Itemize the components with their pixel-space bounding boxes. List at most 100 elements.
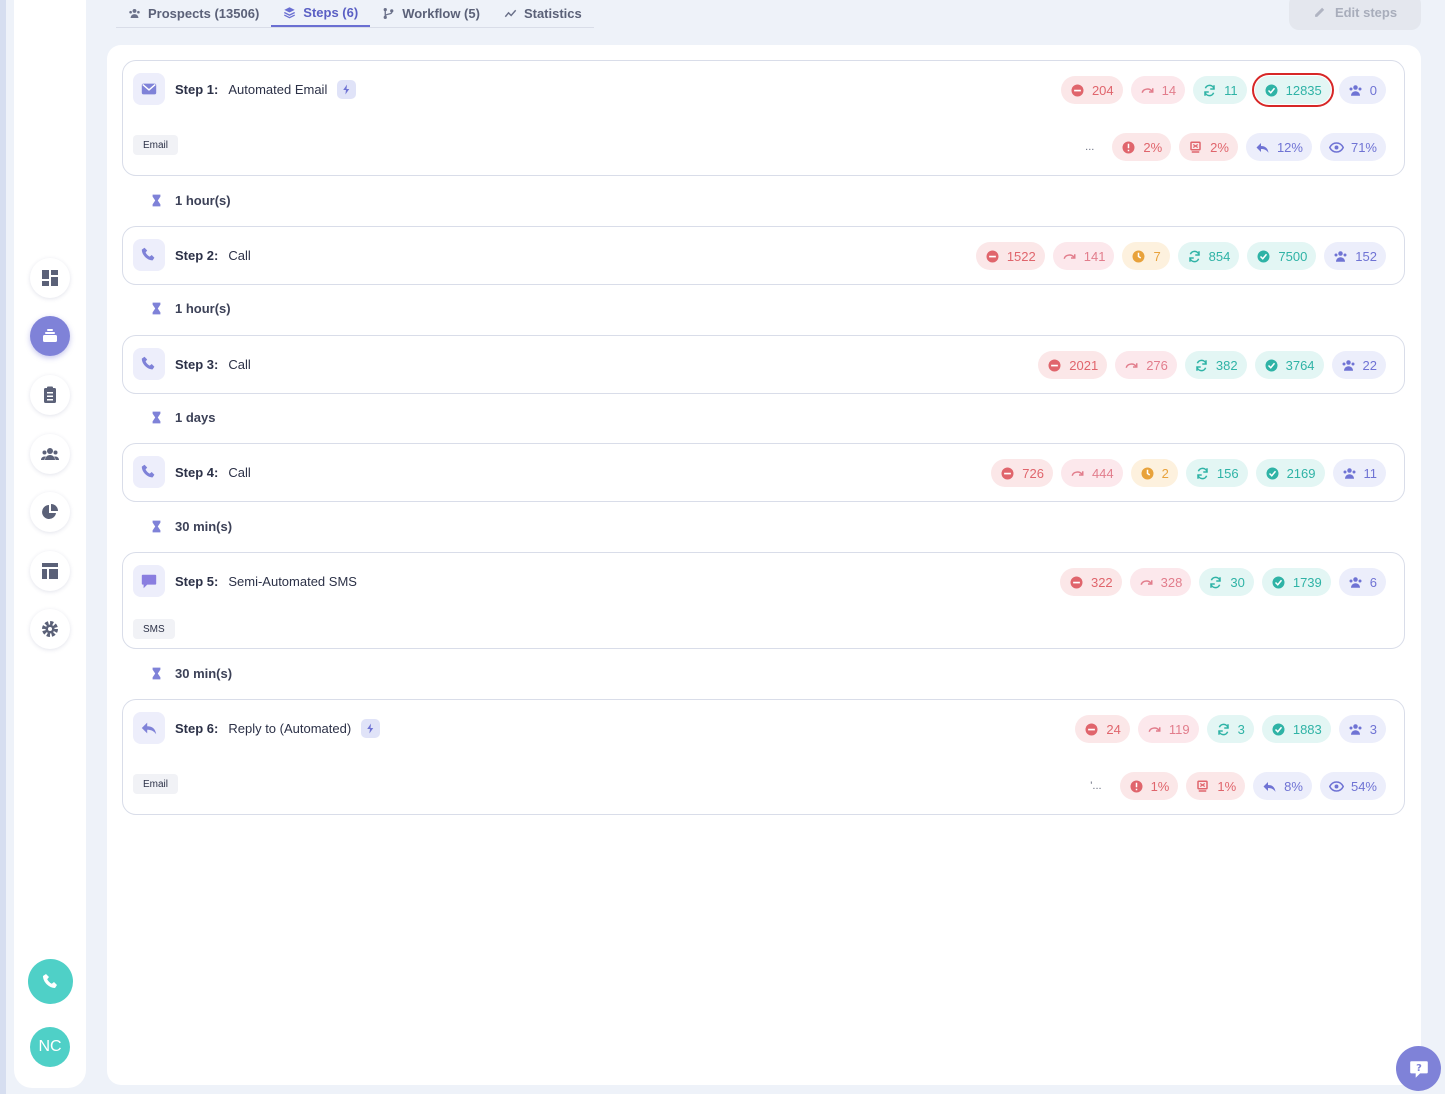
delay-indicator: 30 min(s) [150, 666, 232, 681]
stat-failed[interactable]: 2021 [1038, 351, 1108, 379]
tab-workflow[interactable]: Workflow (5) [370, 0, 492, 27]
step-number: Step 4: [175, 464, 219, 480]
stat-completed[interactable]: 1739 [1261, 568, 1331, 596]
check-circle-icon [1272, 723, 1285, 735]
refresh-icon [1210, 576, 1222, 588]
delay-label: 1 hour(s) [175, 193, 231, 208]
stat-completed[interactable]: 3764 [1254, 351, 1324, 379]
nav-sequences[interactable] [30, 316, 70, 356]
stat-in-progress[interactable]: 382 [1184, 351, 1247, 379]
nav-contacts[interactable] [30, 434, 70, 474]
nav-tasks[interactable] [30, 375, 70, 415]
stat-completed[interactable]: 2169 [1255, 459, 1325, 487]
hourglass-icon [152, 667, 161, 680]
stat-prospects[interactable]: 6 [1338, 568, 1386, 596]
nav-templates[interactable] [30, 551, 70, 591]
step-type-icon [133, 565, 165, 597]
stat-pending[interactable]: 7 [1122, 242, 1170, 270]
stat-pending[interactable]: 2 [1130, 459, 1178, 487]
stat-prospects[interactable]: 152 [1324, 242, 1386, 270]
rate-opened[interactable]: 54% [1319, 772, 1386, 800]
rate-replied[interactable]: 8% [1253, 772, 1312, 800]
stat-prospects[interactable]: 0 [1338, 76, 1386, 104]
step-type-icon [133, 239, 165, 271]
minus-circle-icon [1001, 467, 1014, 479]
stat-failed[interactable]: 204 [1060, 76, 1123, 104]
reports-icon [42, 504, 58, 519]
stat-completed[interactable]: 12835 [1251, 73, 1334, 107]
rate-opened[interactable]: 71% [1319, 133, 1386, 161]
rate-replied[interactable]: 12% [1245, 133, 1312, 161]
edit-steps-label: Edit steps [1334, 4, 1398, 20]
tab-statistics[interactable]: Statistics [492, 0, 594, 27]
reply-icon [1263, 781, 1276, 792]
stat-in-progress[interactable]: 30 [1199, 568, 1254, 596]
step-number: Step 5: [175, 573, 219, 589]
stat-prospects[interactable]: 11 [1332, 459, 1386, 487]
reply-icon [141, 722, 157, 735]
step-card[interactable]: Step 1: Automated Email 204 14 11 12835 … [122, 60, 1405, 176]
hourglass-icon [152, 194, 161, 207]
users-icon [1343, 467, 1355, 479]
phone-icon [141, 464, 155, 478]
stat-completed[interactable]: 7500 [1247, 242, 1317, 270]
step-header: Step 4: Call [133, 456, 251, 488]
sms-bubble-icon [141, 574, 157, 589]
skip-arrow-icon [1148, 726, 1161, 732]
step-card[interactable]: Step 2: Call 1522 141 7 854 7500 152 [122, 226, 1405, 285]
stat-prospects[interactable]: 22 [1331, 351, 1386, 379]
rate-unsubscribed[interactable]: 1% [1186, 772, 1246, 800]
nav-dashboard[interactable] [30, 258, 70, 298]
stat-skipped[interactable]: 328 [1129, 568, 1192, 596]
step-title: Call [228, 247, 251, 263]
stat-in-progress[interactable]: 854 [1177, 242, 1240, 270]
stat-failed[interactable]: 24 [1075, 715, 1130, 743]
sidebar: NC [14, 0, 86, 1088]
unsubscribe-icon [1197, 780, 1209, 792]
nav-settings[interactable] [30, 609, 70, 649]
rate-bounced[interactable]: 1% [1119, 772, 1179, 800]
window-edge [0, 0, 6, 1094]
step-number: Step 6: [175, 720, 219, 736]
step-rates: '... 1% 1% 8% 54% [1090, 772, 1386, 800]
edit-steps-button[interactable]: Edit steps [1289, 0, 1421, 30]
email-icon [141, 83, 157, 95]
stat-skipped[interactable]: 119 [1137, 715, 1199, 743]
tab-prospects[interactable]: Prospects (13506) [116, 0, 271, 27]
stat-completed[interactable]: 1883 [1261, 715, 1331, 743]
stat-in-progress[interactable]: 156 [1185, 459, 1248, 487]
check-circle-icon [1257, 250, 1270, 262]
hourglass-icon [152, 302, 161, 315]
user-avatar[interactable]: NC [30, 1027, 70, 1067]
step-card[interactable]: Step 5: Semi-Automated SMS 322 328 30 17… [122, 552, 1405, 649]
tab-steps[interactable]: Steps (6) [271, 0, 371, 27]
alert-circle-icon [1130, 780, 1143, 792]
stat-failed[interactable]: 1522 [975, 242, 1045, 270]
step-header: Step 2: Call [133, 239, 251, 271]
stat-failed[interactable]: 726 [991, 459, 1053, 487]
nav-reports[interactable] [30, 492, 70, 532]
stat-skipped[interactable]: 276 [1115, 351, 1177, 379]
support-chat-button[interactable]: ? [1396, 1046, 1441, 1091]
hourglass-icon [152, 411, 161, 424]
rate-bounced[interactable]: 2% [1112, 133, 1172, 161]
stat-skipped[interactable]: 444 [1060, 459, 1123, 487]
stat-in-progress[interactable]: 11 [1193, 76, 1247, 104]
tasks-icon [44, 386, 56, 403]
step-number: Step 1: [175, 81, 219, 97]
step-title: Semi-Automated SMS [228, 573, 357, 589]
stat-in-progress[interactable]: 3 [1206, 715, 1254, 743]
dashboard-icon [42, 270, 58, 286]
stat-failed[interactable]: 322 [1059, 568, 1122, 596]
step-card[interactable]: Step 4: Call 726 444 2 156 2169 11 [122, 443, 1405, 502]
step-card[interactable]: Step 3: Call 2021 276 382 3764 22 [122, 335, 1405, 394]
step-card[interactable]: Step 6: Reply to (Automated) 24 119 3 18… [122, 699, 1405, 815]
stat-skipped[interactable]: 14 [1130, 76, 1186, 104]
stat-prospects[interactable]: 3 [1338, 715, 1386, 743]
rate-unsubscribed[interactable]: 2% [1179, 133, 1238, 161]
workflow-icon [383, 7, 394, 20]
stat-skipped[interactable]: 141 [1052, 242, 1115, 270]
dialer-button[interactable] [28, 959, 73, 1004]
automated-bolt-icon [337, 79, 357, 99]
skip-arrow-icon [1125, 362, 1138, 368]
